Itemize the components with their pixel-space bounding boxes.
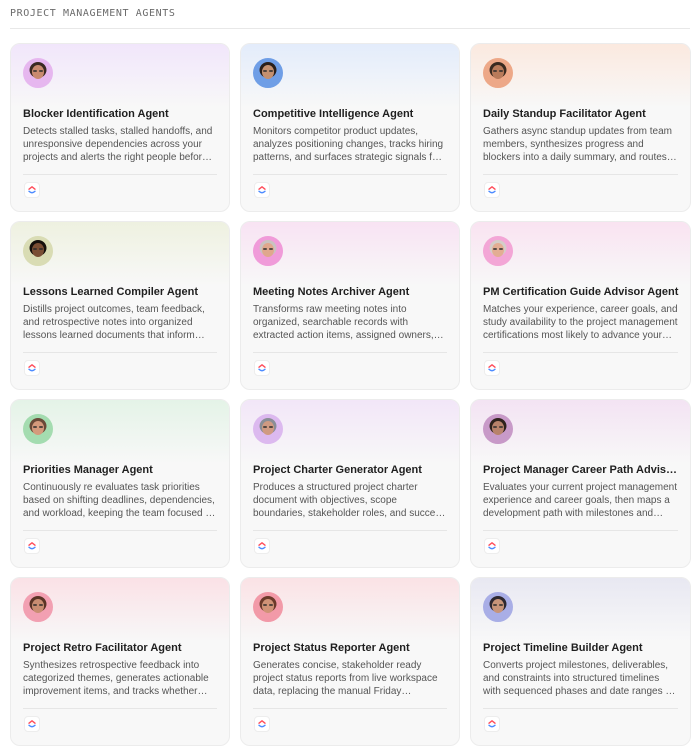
agent-card[interactable]: Project Timeline Builder Agent Converts … [470,577,691,746]
clickup-logo-icon [484,538,500,554]
agent-description: Matches your experience, career goals, a… [483,304,678,342]
agent-title: Blocker Identification Agent [23,108,169,120]
agent-description: Transforms raw meeting notes into organi… [253,304,434,342]
agent-card[interactable]: Competitive Intelligence Agent Monitors … [240,43,460,212]
clickup-logo-icon [24,182,40,198]
agent-avatar-icon [23,592,53,622]
agent-description: Continuously re evaluates task prioritie… [23,482,217,520]
agent-card[interactable]: Project Retro Facilitator Agent Synthesi… [10,577,230,746]
agent-description: Synthesizes retrospective feedback into … [23,660,209,698]
agent-avatar-icon [253,58,283,88]
agent-description: Detects stalled tasks, stalled handoffs,… [23,126,213,164]
agent-title: Competitive Intelligence Agent [253,108,414,120]
card-divider [483,708,678,709]
section-divider [10,28,690,29]
agent-avatar-icon [253,414,283,444]
clickup-logo-icon [254,182,270,198]
agent-avatar-icon [253,236,283,266]
agent-avatar-icon [23,414,53,444]
card-divider [253,352,447,353]
agent-avatar-icon [23,58,53,88]
agent-description: Monitors competitor product updates, ana… [253,126,444,164]
card-divider [23,352,217,353]
agent-card[interactable]: Project Charter Generator Agent Produces… [240,399,460,568]
card-divider [253,708,447,709]
card-divider [253,530,447,531]
clickup-logo-icon [484,182,500,198]
clickup-logo-icon [484,716,500,732]
card-divider [23,174,217,175]
agent-description: Converts project milestones, deliverable… [483,660,678,698]
clickup-logo-icon [24,538,40,554]
card-divider [23,708,217,709]
agent-card[interactable]: Priorities Manager Agent Continuously re… [10,399,230,568]
card-divider [483,530,678,531]
agent-card[interactable]: Project Status Reporter Agent Generates … [240,577,460,746]
agent-card[interactable]: Daily Standup Facilitator Agent Gathers … [470,43,691,212]
clickup-logo-icon [254,716,270,732]
card-divider [253,174,447,175]
agent-card[interactable]: Lessons Learned Compiler Agent Distills … [10,221,230,390]
agent-card[interactable]: Project Manager Career Path Advisor Agen… [470,399,691,568]
card-divider [483,174,678,175]
clickup-logo-icon [484,360,500,376]
agent-title: Priorities Manager Agent [23,464,153,476]
agent-avatar-icon [483,592,513,622]
agent-description: Generates concise, stakeholder ready pro… [253,660,438,698]
card-divider [483,352,678,353]
card-divider [23,530,217,531]
agent-description: Produces a structured project charter do… [253,482,446,520]
agent-title: Daily Standup Facilitator Agent [483,108,646,120]
agent-title: Project Timeline Builder Agent [483,642,643,654]
agent-avatar-icon [253,592,283,622]
clickup-logo-icon [254,538,270,554]
section-title: PROJECT MANAGEMENT AGENTS [10,8,176,19]
agent-card[interactable]: Blocker Identification Agent Detects sta… [10,43,230,212]
agent-card[interactable]: Meeting Notes Archiver Agent Transforms … [240,221,460,390]
clickup-logo-icon [24,716,40,732]
agent-description: Gathers async standup updates from team … [483,126,672,164]
clickup-logo-icon [24,360,40,376]
agent-title: Project Status Reporter Agent [253,642,410,654]
agent-title: PM Certification Guide Advisor Agent [483,286,679,298]
agent-avatar-icon [483,236,513,266]
agent-title: Lessons Learned Compiler Agent [23,286,199,298]
agent-avatar-icon [483,414,513,444]
agent-description: Evaluates your current project managemen… [483,482,677,520]
agent-title: Project Retro Facilitator Agent [23,642,182,654]
clickup-logo-icon [254,360,270,376]
agent-grid: Blocker Identification Agent Detects sta… [10,43,691,746]
agent-card[interactable]: PM Certification Guide Advisor Agent Mat… [470,221,691,390]
agent-title: Project Manager Career Path Advisor Agen… [483,464,680,476]
agent-avatar-icon [23,236,53,266]
agent-description: Distills project outcomes, team feedback… [23,304,205,342]
agent-title: Project Charter Generator Agent [253,464,422,476]
agent-title: Meeting Notes Archiver Agent [253,286,410,298]
agent-avatar-icon [483,58,513,88]
